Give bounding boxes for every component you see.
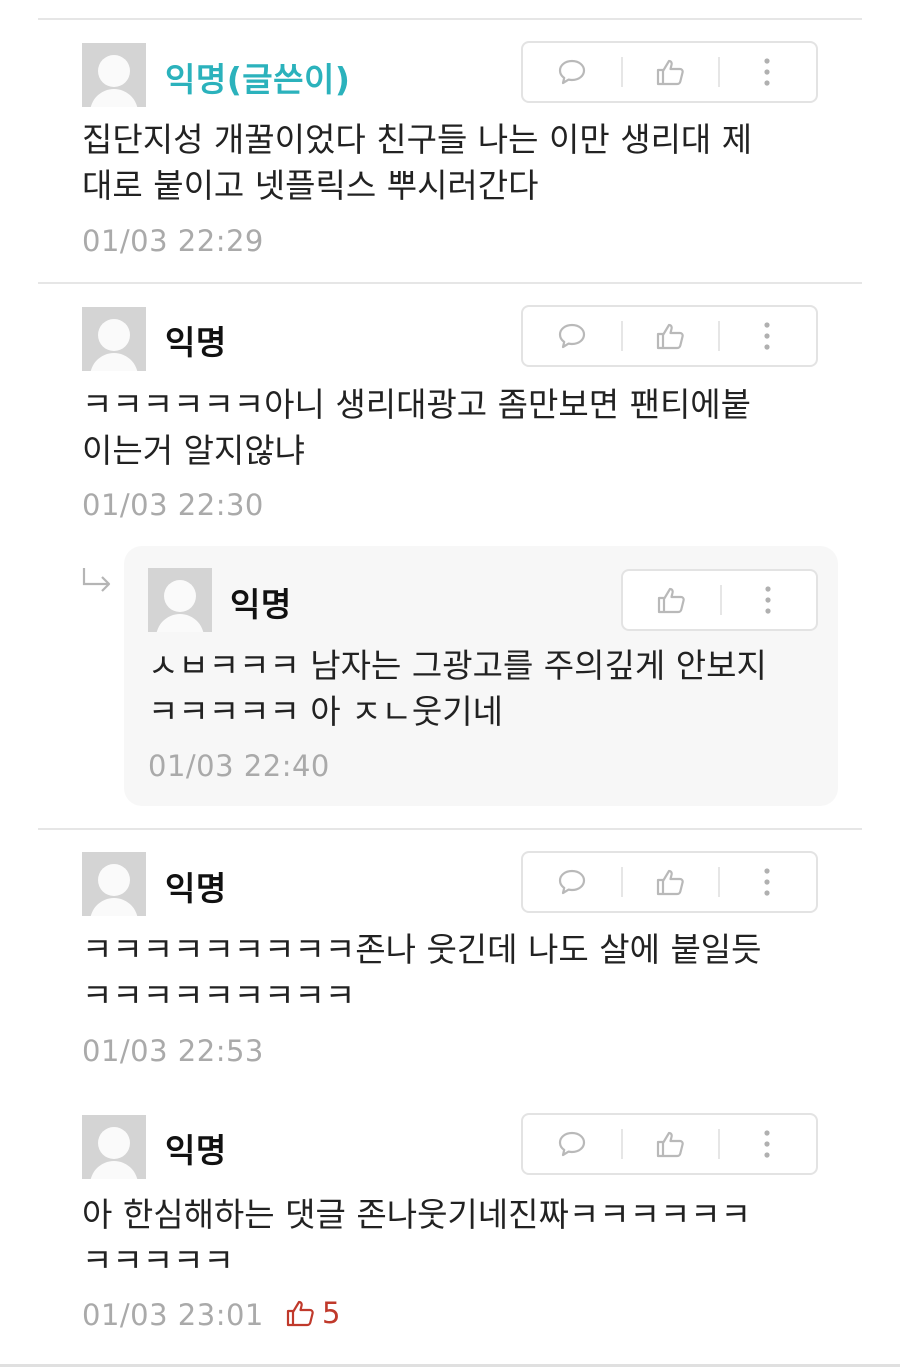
comment-text: 아 한심해하는 댓글 존나웃기네진짜ㅋㅋㅋㅋㅋㅋ [82, 1195, 752, 1234]
more-icon [765, 586, 771, 614]
author-name: 익명 [165, 1131, 227, 1170]
more-button[interactable] [718, 43, 816, 101]
reply-button[interactable] [523, 1115, 621, 1173]
author-name: 익명 [230, 585, 292, 624]
comment-text: ㅋㅋㅋㅋㅋ [82, 1241, 234, 1280]
like-button[interactable] [620, 307, 719, 365]
comment-icon [558, 1131, 585, 1157]
avatar [82, 1115, 146, 1179]
comment-text: ㅅㅂㅋㅋㅋ 남자는 그광고를 주의깊게 안보지 [148, 646, 767, 685]
comment-text: ㅋㅋㅋㅋㅋㅋ아니 생리대광고 좀만보면 팬티에붙 [82, 385, 752, 424]
like-button[interactable] [620, 43, 719, 101]
timestamp: 01/03 22:30 [82, 488, 264, 522]
comment-text: 이는거 알지않냐 [82, 431, 306, 470]
like-button[interactable] [620, 1115, 719, 1173]
comment-actions [521, 851, 818, 913]
author-name: 익명(글쓴이) [165, 60, 351, 99]
thumbs-up-icon [286, 1300, 314, 1327]
comment-icon [558, 323, 585, 349]
comment-actions [521, 305, 818, 367]
divider [38, 282, 862, 284]
comment-text: ㅋㅋㅋㅋㅋㅋㅋㅋㅋ존나 웃긴데 나도 살에 붙일듯 [82, 930, 762, 969]
divider [38, 828, 862, 830]
like-count: 5 [284, 1296, 340, 1330]
more-icon [764, 1130, 770, 1158]
comment-actions [521, 1113, 818, 1175]
comment-text: 대로 붙이고 넷플릭스 뿌시러간다 [82, 166, 539, 205]
timestamp: 01/03 22:40 [148, 749, 330, 783]
thumbs-up-icon [656, 869, 684, 896]
comment-icon [558, 59, 585, 85]
comment-actions [621, 569, 818, 631]
more-button[interactable] [718, 307, 816, 365]
like-count-value: 5 [322, 1296, 341, 1330]
more-icon [764, 868, 770, 896]
comment-text: ㅋㅋㅋㅋㅋㅋㅋㅋㅋ [82, 976, 356, 1015]
thumbs-up-icon [658, 587, 686, 614]
timestamp: 01/03 22:29 [82, 224, 264, 258]
like-button[interactable] [623, 571, 720, 629]
reply-button[interactable] [523, 307, 621, 365]
more-icon [764, 322, 770, 350]
thumbs-up-icon [656, 59, 684, 86]
more-icon [764, 58, 770, 86]
more-button[interactable] [718, 1115, 816, 1173]
divider [38, 18, 862, 20]
reply-button[interactable] [523, 853, 621, 911]
avatar [82, 307, 146, 371]
thumbs-up-icon [656, 1131, 684, 1158]
more-button[interactable] [719, 571, 817, 629]
reply-arrow-icon [82, 568, 111, 592]
reply-button[interactable] [523, 43, 621, 101]
avatar [148, 568, 212, 632]
comment-text: ㅋㅋㅋㅋㅋ 아 ㅈㄴ웃기네 [148, 692, 503, 731]
comment-icon [558, 869, 585, 895]
timestamp: 01/03 22:53 [82, 1034, 264, 1068]
author-name: 익명 [165, 869, 227, 908]
comment-text: 집단지성 개꿀이었다 친구들 나는 이만 생리대 제 [82, 120, 753, 159]
thumbs-up-icon [656, 323, 684, 350]
timestamp: 01/03 23:01 [82, 1298, 264, 1332]
comment-actions [521, 41, 818, 103]
avatar [82, 852, 146, 916]
author-name: 익명 [165, 323, 227, 362]
more-button[interactable] [718, 853, 816, 911]
like-button[interactable] [620, 853, 719, 911]
avatar [82, 43, 146, 107]
